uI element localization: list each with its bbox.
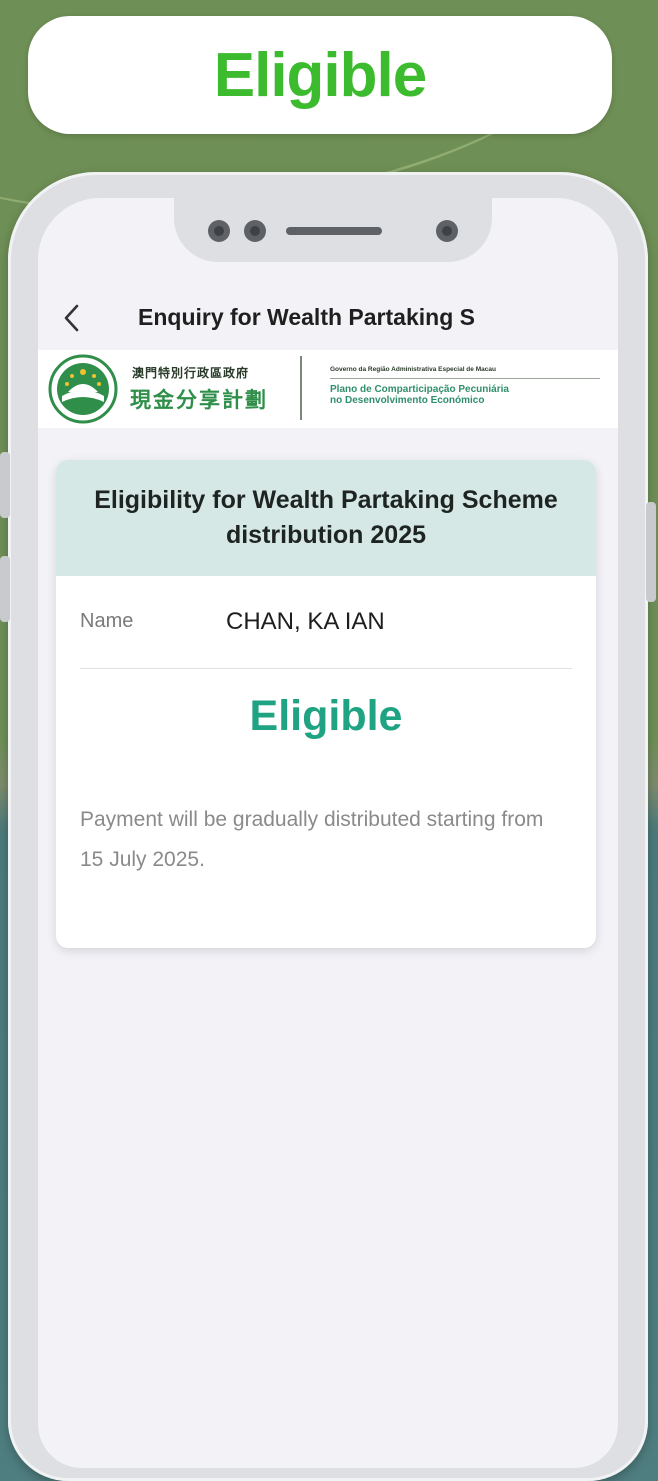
sensor-dot-1 bbox=[208, 220, 230, 242]
logo-scheme-cn: 現金分享計劃 bbox=[130, 389, 268, 412]
name-value: CHAN, KA IAN bbox=[226, 608, 385, 635]
banner-title: Eligible bbox=[213, 40, 427, 110]
logo-scheme-pt: Plano de Comparticipação Pecuniária no D… bbox=[330, 384, 509, 406]
logo-scheme-pt-line-2: no Desenvolvimento Económico bbox=[330, 395, 485, 406]
phone-notch bbox=[174, 198, 492, 262]
card-divider bbox=[80, 668, 572, 669]
sensor-dot-2 bbox=[244, 220, 266, 242]
speaker-grille bbox=[286, 227, 382, 235]
eligibility-status: Eligible bbox=[249, 692, 403, 740]
card-title: Eligibility for Wealth Partaking Scheme … bbox=[94, 486, 558, 549]
payment-note: Payment will be gradually distributed st… bbox=[80, 808, 544, 871]
name-row: Name CHAN, KA IAN bbox=[56, 576, 596, 668]
phone-screen: Enquiry for Wealth Partaking S 澳門特別行政區政府… bbox=[38, 198, 618, 1468]
page-title: Enquiry for Wealth Partaking S bbox=[138, 304, 475, 330]
eligible-banner: Eligible bbox=[28, 16, 612, 134]
side-button-right bbox=[646, 502, 656, 602]
phone-frame: Enquiry for Wealth Partaking S 澳門特別行政區政府… bbox=[0, 172, 656, 1481]
logo-divider bbox=[300, 356, 302, 420]
chevron-left-icon bbox=[64, 304, 79, 332]
name-label: Name bbox=[80, 610, 134, 632]
camera-dot bbox=[436, 220, 458, 242]
logo-government-cn: 澳門特別行政區政府 bbox=[132, 366, 250, 380]
macao-emblem-icon bbox=[48, 354, 118, 424]
logo-underline bbox=[330, 378, 600, 379]
eligibility-card: Eligibility for Wealth Partaking Scheme … bbox=[56, 460, 596, 948]
nav-bar: Enquiry for Wealth Partaking S bbox=[38, 294, 618, 348]
side-button-left-1 bbox=[0, 452, 10, 518]
scheme-logo-banner: 澳門特別行政區政府 現金分享計劃 Governo da Região Admin… bbox=[38, 350, 618, 428]
logo-scheme-pt-line-1: Plano de Comparticipação Pecuniária bbox=[330, 384, 509, 395]
card-header: Eligibility for Wealth Partaking Scheme … bbox=[56, 460, 596, 576]
logo-government-pt: Governo da Região Administrativa Especia… bbox=[330, 366, 496, 373]
back-button[interactable] bbox=[50, 296, 94, 340]
side-button-left-2 bbox=[0, 556, 10, 622]
